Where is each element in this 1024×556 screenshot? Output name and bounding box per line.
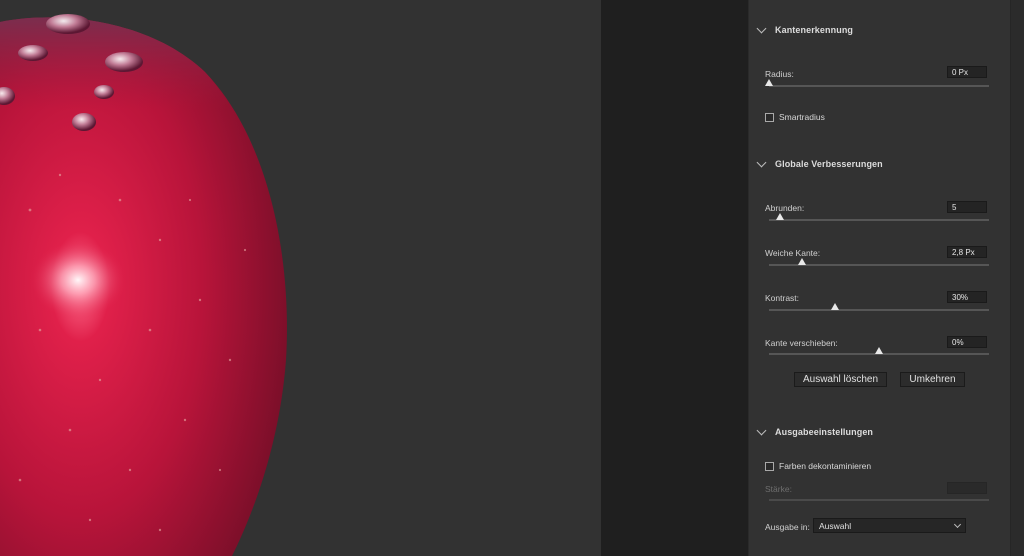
- shift-edge-slider-thumb[interactable]: [875, 347, 883, 354]
- feather-slider-thumb[interactable]: [798, 258, 806, 265]
- section-global-refinements-header[interactable]: Globale Verbesserungen: [756, 156, 883, 172]
- smart-radius-checkbox[interactable]: [765, 112, 774, 122]
- shift-edge-input[interactable]: 0%: [947, 336, 987, 348]
- amount-slider: [769, 499, 989, 501]
- decontaminate-checkbox[interactable]: [765, 461, 774, 471]
- smooth-slider-thumb[interactable]: [776, 213, 784, 220]
- apple-highlight: [30, 240, 126, 320]
- shift-edge-slider[interactable]: [769, 347, 989, 355]
- output-to-value: Auswahl: [819, 520, 852, 531]
- section-title: Globale Verbesserungen: [775, 159, 883, 169]
- section-output-settings-header[interactable]: Ausgabeeinstellungen: [756, 424, 874, 440]
- feather-label: Weiche Kante:: [765, 248, 821, 258]
- contrast-slider[interactable]: [769, 303, 989, 311]
- radius-slider[interactable]: [765, 79, 989, 87]
- shift-edge-label: Kante verschieben:: [765, 338, 838, 348]
- decontaminate-label: Farben dekontaminieren: [779, 461, 872, 471]
- feather-slider[interactable]: [769, 258, 989, 266]
- smooth-label: Abrunden:: [765, 203, 805, 213]
- section-title: Ausgabeeinstellungen: [775, 427, 874, 437]
- refine-edge-properties-panel: Kantenerkennung Radius: 0 Px Smartradius…: [748, 0, 1011, 556]
- smart-radius-checkbox-row[interactable]: Smartradius: [765, 112, 825, 122]
- smart-radius-label: Smartradius: [779, 112, 825, 122]
- invert-button[interactable]: Umkehren: [900, 372, 965, 387]
- amount-label: Stärke:: [765, 484, 792, 494]
- radius-slider-thumb[interactable]: [765, 79, 773, 86]
- chevron-down-icon: [756, 157, 767, 168]
- feather-input[interactable]: 2,8 Px: [947, 246, 987, 258]
- output-to-select[interactable]: Auswahl: [813, 518, 966, 533]
- smooth-input[interactable]: 5: [947, 201, 987, 213]
- output-to-label: Ausgabe in:: [765, 522, 810, 532]
- panel-scrollbar[interactable]: [1010, 0, 1024, 556]
- contrast-input[interactable]: 30%: [947, 291, 987, 303]
- radius-input[interactable]: 0 Px: [947, 66, 987, 78]
- decontaminate-checkbox-row[interactable]: Farben dekontaminieren: [765, 461, 871, 471]
- contrast-label: Kontrast:: [765, 293, 800, 303]
- chevron-down-icon: [953, 520, 962, 529]
- document-canvas[interactable]: [0, 0, 601, 556]
- radius-label: Radius:: [765, 69, 794, 79]
- smooth-slider[interactable]: [769, 213, 989, 221]
- clear-selection-button[interactable]: Auswahl löschen: [794, 372, 887, 387]
- amount-input: [947, 482, 987, 494]
- chevron-down-icon: [756, 23, 767, 34]
- chevron-down-icon: [756, 425, 767, 436]
- canvas-border-area: [601, 0, 748, 556]
- section-edge-detection-header[interactable]: Kantenerkennung: [756, 22, 854, 38]
- apple-image: [0, 14, 287, 556]
- section-title: Kantenerkennung: [775, 25, 854, 35]
- contrast-slider-thumb[interactable]: [831, 303, 839, 310]
